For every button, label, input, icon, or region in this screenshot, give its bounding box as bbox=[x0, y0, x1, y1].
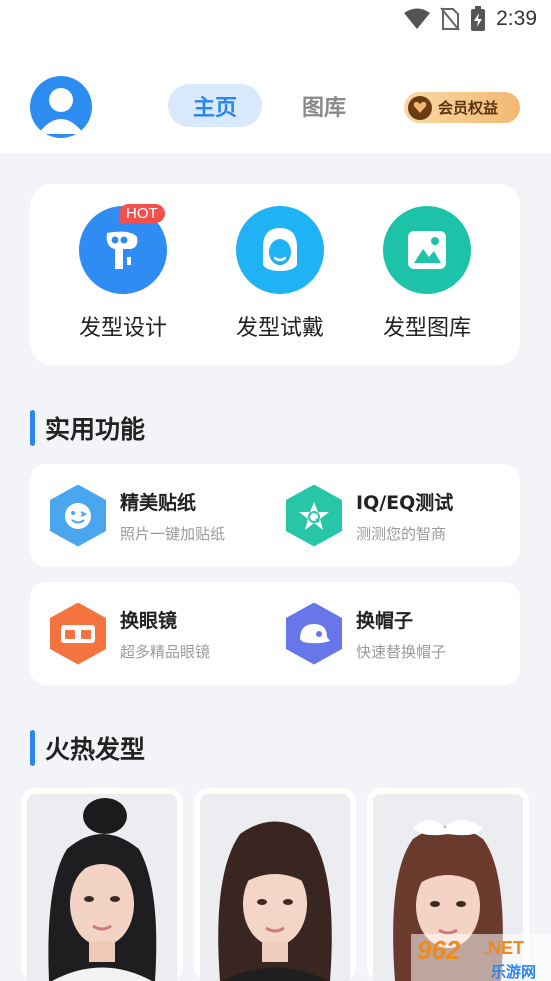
tool-text: 换眼镜 超多精品眼镜 bbox=[120, 606, 210, 662]
watermark-number: 962 bbox=[417, 935, 461, 965]
tool-desc: 超多精品眼镜 bbox=[120, 642, 211, 661]
watermark-sub: 乐游网 bbox=[491, 963, 536, 981]
feature-hair-design[interactable]: HOT 发型设计 bbox=[63, 204, 183, 342]
watermark-suffix: .NET bbox=[483, 938, 524, 958]
tab-bar: 主页 图库 bbox=[168, 84, 346, 127]
section-title-text: 实用功能 bbox=[45, 415, 146, 444]
star-q-icon bbox=[286, 484, 342, 547]
tool-name: 换帽子 bbox=[356, 609, 414, 632]
tool-card-row-2: 换眼镜 超多精品眼镜 换帽子 快速替换帽子 bbox=[30, 582, 520, 685]
tool-desc: 快速替换帽子 bbox=[356, 642, 447, 661]
glasses-icon bbox=[50, 602, 106, 665]
battery-charging-icon bbox=[470, 6, 486, 32]
feature-label: 发型图库 bbox=[382, 316, 471, 341]
tool-text: 换帽子 快速替换帽子 bbox=[356, 606, 446, 662]
hairstyle-card-2[interactable] bbox=[194, 788, 356, 981]
hair-avatar-icon bbox=[236, 206, 324, 294]
tool-text: 精美贴纸 照片一键加贴纸 bbox=[120, 488, 225, 544]
gallery-icon bbox=[383, 206, 471, 294]
site-watermark: 962 .NET 乐游网 bbox=[411, 932, 551, 981]
section-title-text: 火热发型 bbox=[45, 735, 146, 764]
wifi-icon bbox=[404, 8, 431, 30]
tool-desc: 测测您的智商 bbox=[356, 524, 447, 543]
avatar[interactable] bbox=[30, 76, 92, 138]
tool-name: 换眼镜 bbox=[120, 609, 178, 632]
no-sim-icon bbox=[440, 7, 460, 31]
heart-icon bbox=[408, 95, 432, 120]
clock-time: 2:39 bbox=[496, 7, 537, 30]
tool-stickers[interactable]: 精美贴纸 照片一键加贴纸 bbox=[50, 464, 225, 567]
section-title-hot: 火热发型 bbox=[30, 730, 145, 766]
tool-name: IQ/EQ测试 bbox=[356, 491, 454, 514]
vip-benefits-button[interactable]: 会员权益 bbox=[404, 92, 520, 123]
vip-label: 会员权益 bbox=[438, 99, 499, 117]
tool-iq-eq-test[interactable]: IQ/EQ测试 测测您的智商 bbox=[286, 464, 453, 567]
section-bar bbox=[30, 730, 35, 766]
section-title-tools: 实用功能 bbox=[30, 410, 145, 446]
tool-hats[interactable]: 换帽子 快速替换帽子 bbox=[286, 582, 446, 685]
tab-gallery[interactable]: 图库 bbox=[302, 84, 346, 127]
tool-text: IQ/EQ测试 测测您的智商 bbox=[356, 488, 453, 544]
feature-hair-tryon[interactable]: 发型试戴 bbox=[220, 206, 340, 342]
tool-name: 精美贴纸 bbox=[120, 491, 197, 514]
tool-desc: 照片一键加贴纸 bbox=[120, 524, 226, 543]
tool-glasses[interactable]: 换眼镜 超多精品眼镜 bbox=[50, 582, 210, 685]
section-bar bbox=[30, 410, 35, 446]
hairstyle-photo bbox=[200, 794, 350, 981]
feature-hair-gallery[interactable]: 发型图库 bbox=[367, 206, 487, 342]
user-icon bbox=[38, 88, 84, 134]
hairstyle-photo bbox=[27, 794, 177, 981]
cap-icon bbox=[286, 602, 342, 665]
feature-card: HOT 发型设计 发型试戴 发型图库 bbox=[30, 184, 520, 365]
tab-home[interactable]: 主页 bbox=[168, 84, 263, 127]
header: 2:39 主页 图库 会员权益 bbox=[0, 0, 551, 153]
feature-label: 发型试戴 bbox=[235, 316, 324, 341]
tool-card-row-1: 精美贴纸 照片一键加贴纸 IQ/EQ测试 测测您的智商 bbox=[30, 464, 520, 567]
hot-badge: HOT bbox=[119, 204, 165, 223]
hairstyle-card-1[interactable] bbox=[21, 788, 183, 981]
status-bar: 2:39 bbox=[404, 0, 551, 38]
feature-label: 发型设计 bbox=[78, 316, 167, 341]
sticker-icon bbox=[50, 484, 106, 547]
